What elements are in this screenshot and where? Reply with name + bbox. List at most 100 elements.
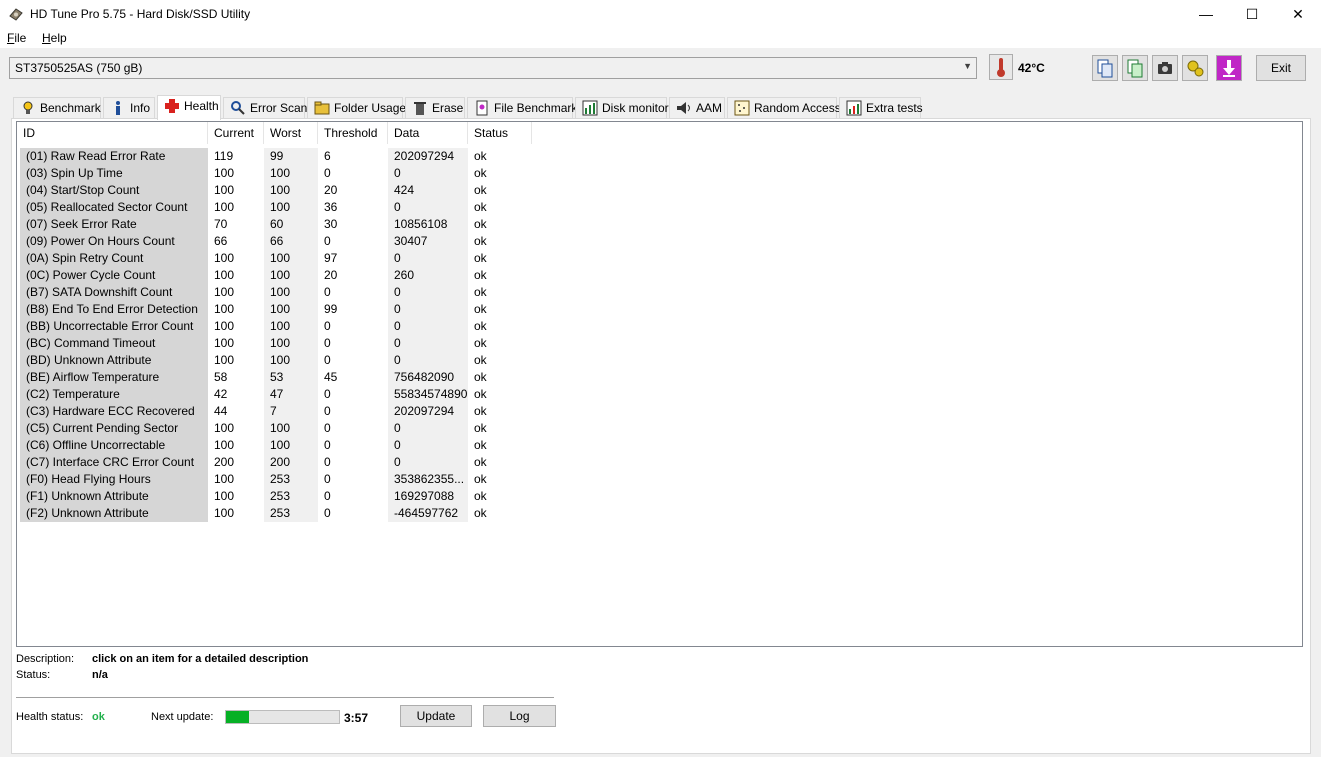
cell-id: (C7) Interface CRC Error Count — [20, 454, 208, 471]
cell-threshold: 36 — [324, 200, 338, 214]
cell-data: 756482090 — [388, 369, 468, 386]
cell-worst: 100 — [264, 267, 318, 284]
camera-icon — [1158, 62, 1172, 74]
table-row[interactable]: (0A) Spin Retry Count 100 100 97 0 ok — [17, 250, 557, 267]
menu-bar: File Help — [0, 28, 1321, 48]
column-header-status[interactable]: Status — [468, 122, 532, 144]
error-scan-icon — [231, 101, 245, 115]
cell-current: 66 — [214, 234, 228, 248]
tab-error-scan[interactable]: Error Scan — [223, 97, 307, 119]
update-button[interactable]: Update — [400, 705, 472, 727]
table-row[interactable]: (BB) Uncorrectable Error Count 100 100 0 0 ok — [17, 318, 557, 335]
table-row[interactable]: (03) Spin Up Time 100 100 0 0 ok — [17, 165, 557, 182]
tab-aam[interactable]: AAM — [669, 97, 725, 119]
screenshot-button[interactable] — [1152, 55, 1178, 81]
column-header-id[interactable]: ID — [17, 122, 208, 144]
menu-help[interactable]: Help — [42, 31, 67, 45]
cell-current: 100 — [214, 166, 235, 180]
column-header-data[interactable]: Data — [388, 122, 468, 144]
tab-disk-monitor[interactable]: Disk monitor — [575, 97, 669, 119]
cell-status: ok — [474, 149, 487, 163]
cell-worst: 100 — [264, 318, 318, 335]
options-button[interactable] — [1182, 55, 1208, 81]
cell-worst: 100 — [264, 284, 318, 301]
cell-status: ok — [474, 387, 487, 401]
table-row[interactable]: (F0) Head Flying Hours 100 253 0 353862355..… — [17, 471, 557, 488]
update-progress-bar — [225, 710, 340, 724]
cell-worst: 100 — [264, 250, 318, 267]
cell-threshold: 0 — [324, 438, 331, 452]
minimize-button[interactable]: — — [1183, 0, 1229, 28]
table-row[interactable]: (F1) Unknown Attribute 100 253 0 169297088 ok — [17, 488, 557, 505]
erase-icon — [414, 102, 426, 115]
health-icon — [165, 99, 179, 113]
table-row[interactable]: (BC) Command Timeout 100 100 0 0 ok — [17, 335, 557, 352]
cell-status: ok — [474, 506, 487, 520]
cell-worst: 53 — [264, 369, 318, 386]
smart-attribute-list[interactable]: ID Current Worst Threshold Data Status (… — [16, 121, 1303, 647]
health-footer: Health status: ok Next update: 3:57 Upda… — [16, 705, 616, 735]
status-value: n/a — [92, 669, 108, 681]
table-row[interactable]: (C2) Temperature 42 47 0 55834574890 ok — [17, 386, 557, 403]
benchmark-icon — [23, 101, 33, 114]
table-row[interactable]: (0C) Power Cycle Count 100 100 20 260 ok — [17, 267, 557, 284]
cell-threshold: 0 — [324, 285, 331, 299]
tab-info[interactable]: Info — [103, 97, 155, 119]
table-row[interactable]: (C7) Interface CRC Error Count 200 200 0 0 ok — [17, 454, 557, 471]
table-row[interactable]: (C5) Current Pending Sector 100 100 0 0 ok — [17, 420, 557, 437]
tab-random-access[interactable]: Random Access — [727, 97, 841, 119]
cell-id: (F1) Unknown Attribute — [20, 488, 208, 505]
column-header-current[interactable]: Current — [208, 122, 264, 144]
cell-threshold: 0 — [324, 319, 331, 333]
cell-status: ok — [474, 404, 487, 418]
column-header-threshold[interactable]: Threshold — [318, 122, 388, 144]
cell-worst: 47 — [264, 386, 318, 403]
cell-data: 0 — [388, 250, 468, 267]
table-row[interactable]: (B8) End To End Error Detection 100 100 99 0… — [17, 301, 557, 318]
maximize-button[interactable]: ☐ — [1229, 0, 1275, 28]
table-row[interactable]: (09) Power On Hours Count 66 66 0 30407 ok — [17, 233, 557, 250]
table-row[interactable]: (B7) SATA Downshift Count 100 100 0 0 ok — [17, 284, 557, 301]
copy-all-button[interactable] — [1122, 55, 1148, 81]
cell-id: (F2) Unknown Attribute — [20, 505, 208, 522]
copy-text-button[interactable] — [1092, 55, 1118, 81]
table-row[interactable]: (07) Seek Error Rate 70 60 30 10856108 ok — [17, 216, 557, 233]
extra-tests-icon — [846, 100, 862, 116]
tab-strip: Benchmark Info Health Error Scan Folder … — [11, 95, 1311, 120]
table-row[interactable]: (05) Reallocated Sector Count 100 100 36 0 ok — [17, 199, 557, 216]
cell-id: (C2) Temperature — [20, 386, 208, 403]
cell-status: ok — [474, 472, 487, 486]
table-row[interactable]: (04) Start/Stop Count 100 100 20 424 ok — [17, 182, 557, 199]
table-row[interactable]: (BD) Unknown Attribute 100 100 0 0 ok — [17, 352, 557, 369]
tab-extra-tests[interactable]: Extra tests — [839, 97, 923, 119]
tab-health[interactable]: Health — [157, 95, 221, 120]
close-button[interactable]: ✕ — [1275, 0, 1321, 28]
cell-threshold: 0 — [324, 336, 331, 350]
cell-worst: 7 — [264, 403, 318, 420]
cell-id: (BD) Unknown Attribute — [20, 352, 208, 369]
tab-file-benchmark[interactable]: File Benchmark — [467, 97, 577, 119]
tab-benchmark[interactable]: Benchmark — [13, 97, 101, 119]
table-row[interactable]: (F2) Unknown Attribute 100 253 0 -464597762 o… — [17, 505, 557, 522]
tab-erase[interactable]: Erase — [405, 97, 465, 119]
table-row[interactable]: (01) Raw Read Error Rate 119 99 6 202097294 o… — [17, 148, 557, 165]
cell-current: 100 — [214, 472, 235, 486]
tab-folder-usage[interactable]: Folder Usage — [307, 97, 406, 119]
exit-button[interactable]: Exit — [1256, 55, 1306, 81]
log-button[interactable]: Log — [483, 705, 556, 727]
column-header-worst[interactable]: Worst — [264, 122, 318, 144]
table-row[interactable]: (C3) Hardware ECC Recovered 44 7 0 202097294… — [17, 403, 557, 420]
table-row[interactable]: (C6) Offline Uncorrectable 100 100 0 0 ok — [17, 437, 557, 454]
drive-select[interactable]: ST3750525AS (750 gB) ▼ — [9, 57, 977, 79]
cell-id: (01) Raw Read Error Rate — [20, 148, 208, 165]
folder-icon — [314, 101, 330, 115]
save-button[interactable] — [1216, 55, 1242, 81]
cell-current: 44 — [214, 404, 228, 418]
cell-threshold: 20 — [324, 183, 338, 197]
info-icon — [116, 101, 120, 115]
cell-current: 100 — [214, 506, 235, 520]
divider — [16, 697, 554, 699]
menu-file[interactable]: File — [7, 31, 26, 45]
table-row[interactable]: (BE) Airflow Temperature 58 53 45 756482090 o… — [17, 369, 557, 386]
cell-status: ok — [474, 421, 487, 435]
